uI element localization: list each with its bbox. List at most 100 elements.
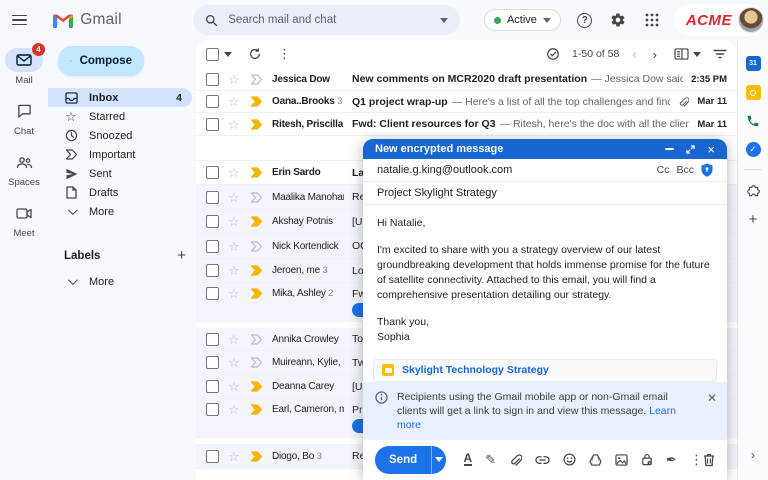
minimize-icon[interactable] <box>665 148 674 150</box>
formatting-options-icon[interactable]: A <box>464 453 473 466</box>
encryption-shield-icon[interactable] <box>701 163 713 177</box>
mail-row[interactable]: ☆Ritesh, Priscilla 2Fwd: Client resource… <box>196 113 737 136</box>
get-addons-button[interactable]: + <box>749 211 758 228</box>
importance-marker-icon[interactable] <box>250 357 263 368</box>
collapse-panel-chevron-icon[interactable]: › <box>751 448 755 462</box>
star-icon[interactable]: ☆ <box>228 333 241 346</box>
rail-item-chat[interactable]: Chat <box>0 99 48 137</box>
compose-button[interactable]: Compose <box>58 46 144 76</box>
star-icon[interactable]: ☆ <box>228 166 241 179</box>
row-checkbox[interactable] <box>206 118 219 131</box>
importance-marker-icon[interactable] <box>250 74 263 85</box>
sidebar-item-important[interactable]: Important <box>48 145 196 164</box>
sidebar-item-inbox[interactable]: Inbox 4 <box>48 88 192 107</box>
sidebar-item-more[interactable]: More <box>48 202 196 221</box>
signature-pen-icon[interactable]: ✒ <box>666 452 677 468</box>
star-icon[interactable]: ☆ <box>228 380 241 393</box>
refresh-button[interactable] <box>248 47 262 61</box>
subject-row[interactable]: Project Skylight Strategy <box>363 182 727 205</box>
star-icon[interactable]: ☆ <box>228 215 241 228</box>
importance-marker-icon[interactable] <box>250 216 263 227</box>
older-page-button[interactable]: › <box>648 47 662 62</box>
importance-marker-icon[interactable] <box>250 451 263 462</box>
importance-marker-icon[interactable] <box>250 167 263 178</box>
mail-row[interactable]: ☆Jessica DowNew comments on MCR2020 draf… <box>196 68 737 91</box>
star-icon[interactable]: ☆ <box>228 287 241 300</box>
star-icon[interactable]: ☆ <box>228 191 241 204</box>
apps-grid-button[interactable] <box>642 9 662 31</box>
insert-drive-file-icon[interactable] <box>589 454 602 466</box>
bcc-button[interactable]: Bcc <box>676 164 694 176</box>
importance-marker-icon[interactable] <box>250 241 263 252</box>
cc-button[interactable]: Cc <box>657 164 670 176</box>
importance-marker-icon[interactable] <box>250 288 263 299</box>
row-checkbox[interactable] <box>206 264 219 277</box>
sidebar-item-drafts[interactable]: Drafts <box>48 183 196 202</box>
insert-emoji-icon[interactable] <box>563 453 576 466</box>
insert-link-icon[interactable] <box>535 455 550 465</box>
keep-icon[interactable] <box>746 85 761 100</box>
sidebar-item-sent[interactable]: Sent <box>48 164 196 183</box>
mail-row[interactable]: ☆Oana..Brooks 3Q1 project wrap-up— Here'… <box>196 91 737 113</box>
importance-marker-icon[interactable] <box>250 265 263 276</box>
row-checkbox[interactable] <box>206 166 219 179</box>
voice-phone-icon[interactable] <box>746 114 760 128</box>
row-checkbox[interactable] <box>206 380 219 393</box>
user-avatar[interactable] <box>738 7 764 33</box>
close-icon[interactable]: × <box>707 143 715 156</box>
row-checkbox[interactable] <box>206 73 219 86</box>
schedule-check-icon[interactable] <box>546 47 560 61</box>
row-checkbox[interactable] <box>206 240 219 253</box>
attach-file-icon[interactable] <box>509 453 522 467</box>
discard-draft-icon[interactable] <box>703 453 715 467</box>
rail-item-spaces[interactable]: Spaces <box>0 150 48 188</box>
more-options-icon[interactable]: ⋮ <box>690 452 703 468</box>
star-icon[interactable]: ☆ <box>228 403 241 416</box>
send-options-caret-icon[interactable] <box>431 446 445 474</box>
row-checkbox[interactable] <box>206 191 219 204</box>
settings-button[interactable] <box>609 9 629 31</box>
sidebar-item-starred[interactable]: ☆ Starred <box>48 107 196 126</box>
select-all-checkbox[interactable] <box>206 48 219 61</box>
newer-page-button[interactable]: ‹ <box>627 47 641 62</box>
banner-close-icon[interactable]: ✕ <box>707 392 717 432</box>
search-options-caret-icon[interactable] <box>440 18 448 23</box>
row-checkbox[interactable] <box>206 450 219 463</box>
search-bar[interactable]: Search mail and chat <box>193 5 460 35</box>
star-icon[interactable]: ☆ <box>228 356 241 369</box>
rail-item-meet[interactable]: Meet <box>0 201 48 239</box>
row-checkbox[interactable] <box>206 356 219 369</box>
create-label-button[interactable]: + <box>177 247 186 264</box>
more-options-button[interactable]: ⋮ <box>278 46 291 62</box>
select-options-caret-icon[interactable] <box>224 52 232 57</box>
star-icon[interactable]: ☆ <box>228 73 241 86</box>
row-checkbox[interactable] <box>206 287 219 300</box>
row-checkbox[interactable] <box>206 95 219 108</box>
importance-marker-icon[interactable] <box>250 334 263 345</box>
row-checkbox[interactable] <box>206 215 219 228</box>
calendar-icon[interactable]: 31 <box>746 56 761 71</box>
rail-item-mail[interactable]: 4 Mail <box>0 48 48 86</box>
tasks-icon[interactable]: ✓ <box>746 142 761 157</box>
labels-more[interactable]: More <box>48 272 196 291</box>
importance-marker-icon[interactable] <box>250 192 263 203</box>
row-checkbox[interactable] <box>206 403 219 416</box>
star-icon[interactable]: ☆ <box>228 118 241 131</box>
popout-icon[interactable] <box>686 145 695 154</box>
insert-photo-icon[interactable] <box>615 454 628 466</box>
importance-marker-icon[interactable] <box>250 119 263 130</box>
filter-icon[interactable] <box>713 49 727 59</box>
importance-marker-icon[interactable] <box>250 404 263 415</box>
attachment-chip[interactable]: Skylight Technology Strategy <box>373 359 717 381</box>
confidential-mode-icon[interactable] <box>641 453 653 466</box>
star-icon[interactable]: ☆ <box>228 95 241 108</box>
compose-header[interactable]: New encrypted message × <box>363 139 727 159</box>
main-menu-button[interactable] <box>0 12 39 29</box>
send-button[interactable]: Send <box>375 446 431 474</box>
help-button[interactable]: ? <box>575 9 595 31</box>
addons-puzzle-icon[interactable] <box>746 184 761 199</box>
star-icon[interactable]: ☆ <box>228 240 241 253</box>
status-selector[interactable]: Active <box>484 9 561 31</box>
importance-marker-icon[interactable] <box>250 96 263 107</box>
pen-icon[interactable]: ✎ <box>485 452 496 468</box>
